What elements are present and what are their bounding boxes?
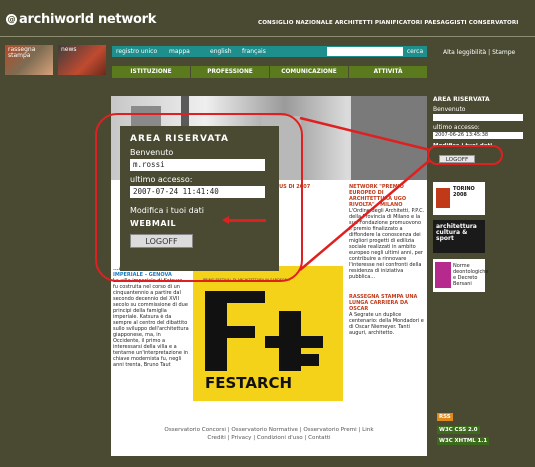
council-name: CONSIGLIO NAZIONALE ARCHITETTI PIANIFICA… — [258, 20, 519, 26]
premio-text: L'Ordine degli Architetti, P.P.C. della … — [349, 208, 425, 280]
sidebar-last-access-field: 2007-06-26 13:45:38 — [433, 132, 523, 139]
highlight-oval-big — [95, 113, 303, 282]
francais-link[interactable]: français — [242, 48, 266, 55]
mappa-link[interactable]: mappa — [169, 48, 190, 55]
festarch-label: FESTARCH — [205, 374, 293, 392]
w3c-xhtml-badge[interactable]: W3C XHTML 1.1 — [437, 437, 490, 445]
main-tabs: ISTITUZIONE PROFESSIONE COMUNICAZIONE AT… — [112, 66, 427, 78]
sidebar-welcome-label: Benvenuto — [433, 106, 466, 113]
tab-istituzione[interactable]: ISTITUZIONE — [112, 66, 190, 78]
premio-title[interactable]: NETWORK "PREMIO EUROPEO DI ARCHITETTURA … — [349, 184, 425, 208]
katsura-text: La villa imperiale di Katsura fu costrui… — [113, 278, 189, 368]
norme-deontologiche-banner[interactable]: Norme deontologiche e Decreto Bersani — [433, 259, 489, 292]
sidebar-user-field — [433, 114, 523, 121]
sidebar-last-access-label: ultimo accesso: — [433, 124, 480, 131]
arch-sport-text: architettura cultura & sport — [436, 223, 477, 242]
rassegna-stampa-thumb[interactable]: rassegna stampa — [5, 45, 53, 75]
search-input[interactable] — [327, 47, 403, 56]
rassegna-text: A Segrate un duplice centenario: della M… — [349, 312, 424, 336]
highlight-oval-small — [427, 145, 503, 165]
stampe-link[interactable]: Stampe — [492, 49, 515, 56]
rss-badge[interactable]: RSS — [437, 413, 453, 421]
tab-attivita[interactable]: ATTIVITÀ — [349, 66, 427, 78]
search-button[interactable]: cerca — [404, 47, 426, 56]
sidebar-title: AREA RISERVATA — [433, 96, 490, 103]
site-logo[interactable]: @ archiworld network — [6, 12, 156, 27]
architettura-cultura-sport-banner[interactable]: architettura cultura & sport — [433, 220, 485, 253]
english-link[interactable]: english — [210, 48, 232, 55]
w3c-css-badge[interactable]: W3C CSS 2.0 — [437, 426, 480, 434]
logo-text: archiworld network — [19, 12, 157, 27]
footer: Osservatorio Concorsi | Osservatorio Nor… — [111, 426, 427, 442]
news-thumb[interactable]: news — [58, 45, 106, 75]
header-divider — [0, 36, 535, 37]
torino-text: TORINO 2008 — [453, 186, 475, 198]
tab-comunicazione[interactable]: COMUNICAZIONE — [270, 66, 348, 78]
rassegna-title[interactable]: RASSEGNA STAMPA UNA LUNGA CARRIERA DA OS… — [349, 294, 425, 312]
right-news-column: NETWORK "PREMIO EUROPEO DI ARCHITETTURA … — [349, 184, 425, 336]
registro-unico-link[interactable]: registro unico — [116, 48, 157, 55]
accessibility-links: Alta leggibilità | Stampe — [443, 49, 515, 56]
alta-leggibilita-link[interactable]: Alta leggibilità — [443, 49, 486, 56]
footer-info-links[interactable]: Crediti | Privacy | Condizioni d'uso | C… — [111, 434, 427, 442]
arrow-line — [226, 219, 266, 222]
logo-mark-icon: @ — [6, 14, 17, 25]
norme-text: Norme deontologiche e Decreto Bersani — [453, 263, 489, 287]
torino-2008-banner[interactable]: TORINO 2008 — [433, 182, 485, 215]
tab-professione[interactable]: PROFESSIONE — [191, 66, 269, 78]
footer-observatory-links[interactable]: Osservatorio Concorsi | Osservatorio Nor… — [111, 426, 427, 434]
festarch-poster[interactable]: PRIMO FESTIVAL DI ARCHITETTURA IN SARDEG… — [193, 266, 343, 401]
